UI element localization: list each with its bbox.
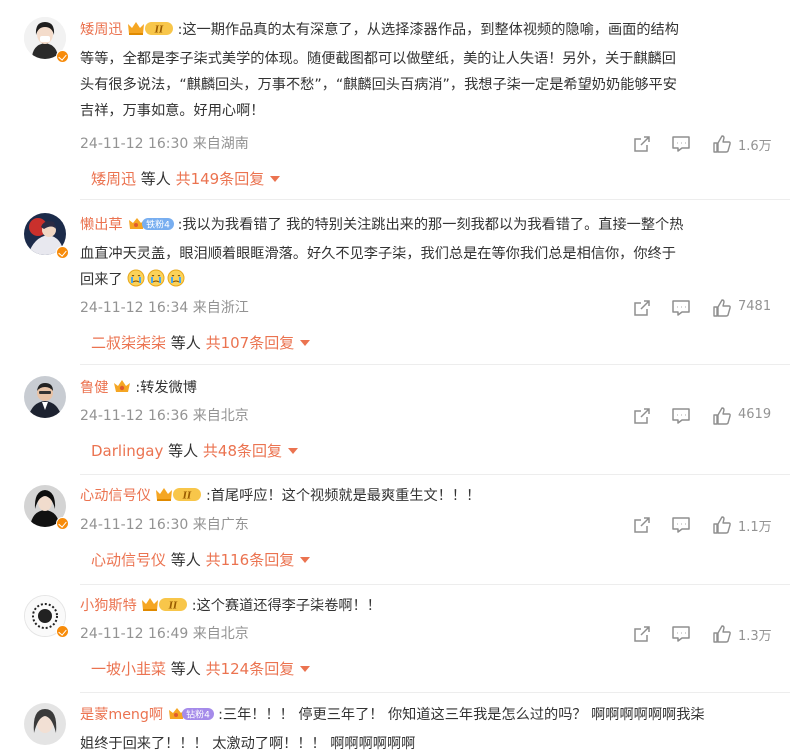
comment-actions: 7481 — [630, 298, 780, 318]
svg-text:II: II — [168, 602, 178, 612]
crown-icon[interactable] — [112, 377, 132, 404]
reply-count-link[interactable]: 共116条回复 — [206, 551, 295, 569]
verified-badge-icon — [56, 625, 69, 638]
comment-text: :转发微博 — [135, 380, 197, 396]
reply-summary[interactable]: Darlingay 等人 共48条回复 — [91, 440, 299, 462]
chevron-down-icon[interactable] — [270, 176, 281, 182]
verified-badge-icon — [56, 246, 69, 259]
reply-summary[interactable]: 二叔柒柒柒 等人 共107条回复 — [91, 332, 311, 354]
username[interactable]: 是蒙meng啊 — [80, 707, 163, 723]
comment-time-location: 24-11-12 16:30 来自湖南 — [80, 136, 249, 152]
chevron-down-icon[interactable] — [300, 340, 311, 346]
comment-item: 是蒙meng啊 钻粉4 :三年！！！ 停更三年了！ 你知道这三年我是怎么过的吗？… — [0, 693, 790, 755]
reply-username[interactable]: 心动信号仪 — [91, 551, 166, 569]
comment-item: 鲁健 :转发微博 24-11-12 16:36 来自北京 4619 Darlin… — [0, 365, 790, 475]
reply-suffix: 等人 — [170, 551, 201, 569]
comment-text: :三年！！！ 停更三年了！ 你知道这三年我是怎么过的吗？ 啊啊啊啊啊啊我柒 — [218, 707, 705, 723]
share-icon[interactable] — [632, 515, 652, 535]
comment-item: 懒出草 铁粉4 :我以为我看错了 我的特别关注跳出来的那一刻我都以为我看错了。直… — [0, 200, 790, 365]
like-icon[interactable] — [712, 298, 732, 318]
like-count: 1.3万 — [738, 629, 772, 644]
comment-actions: 1.1万 — [630, 515, 780, 535]
comment-actions: 1.6万 — [630, 134, 780, 154]
reply-count-link[interactable]: 共107条回复 — [206, 334, 295, 352]
comment-text: 等等，全都是李子柒式美学的体现。随便截图都可以做壁纸，美的让人失语！另外，关于麒… — [80, 51, 676, 67]
like-count: 1.6万 — [738, 139, 772, 154]
reply-suffix: 等人 — [168, 442, 199, 460]
chevron-down-icon[interactable] — [300, 557, 311, 563]
svg-text:II: II — [182, 492, 192, 502]
reply-username[interactable]: 一坡小韭菜 — [91, 660, 166, 678]
comment-icon[interactable] — [671, 624, 691, 644]
comment-icon[interactable] — [671, 298, 691, 318]
reply-count-link[interactable]: 共48条回复 — [203, 442, 282, 460]
comment-item: 矮周迅 II :这一期作品真的太有深意了，从选择漆器作品，到整体视频的隐喻，画面… — [0, 0, 790, 200]
reply-suffix: 等人 — [170, 334, 201, 352]
reply-suffix: 等人 — [140, 170, 171, 188]
comment-text: :我以为我看错了 我的特别关注跳出来的那一刻我都以为我看错了。直接一整个热 — [177, 217, 684, 233]
svg-text:钻粉4: 钻粉4 — [186, 709, 210, 721]
comment-time-location: 24-11-12 16:30 来自广东 — [80, 517, 249, 533]
svg-text:II: II — [153, 26, 163, 36]
comment-icon[interactable] — [671, 134, 691, 154]
comment-text: :首尾呼应！这个视频就是最爽重生文！！！ — [205, 488, 481, 504]
like-count: 7481 — [738, 299, 772, 314]
comment-actions: 1.3万 — [630, 624, 780, 644]
crown-icon[interactable]: II — [127, 19, 175, 46]
like-count: 4619 — [738, 407, 772, 422]
share-icon[interactable] — [632, 624, 652, 644]
like-icon[interactable] — [712, 624, 732, 644]
like-icon[interactable] — [712, 406, 732, 426]
reply-count-link[interactable]: 共149条回复 — [176, 170, 265, 188]
comment-text: :这个赛道还得李子柒卷啊！！ — [191, 598, 381, 614]
avatar[interactable] — [24, 703, 66, 745]
reply-count-link[interactable]: 共124条回复 — [206, 660, 295, 678]
fan-badge[interactable]: 钻粉4 — [167, 704, 215, 731]
comment-time-location: 24-11-12 16:34 来自浙江 — [80, 300, 249, 316]
crying-emoji-icon — [127, 269, 187, 288]
crown-icon[interactable]: II — [141, 595, 189, 622]
reply-summary[interactable]: 矮周迅 等人 共149条回复 — [91, 168, 281, 190]
reply-username[interactable]: 二叔柒柒柒 — [91, 334, 166, 352]
comment-text: 头有很多说法，“麒麟回头，万事不愁”，“麒麟回头百病消”，我想子柒一定是希望奶奶… — [80, 77, 677, 93]
reply-username[interactable]: Darlingay — [91, 442, 163, 460]
comment-icon[interactable] — [671, 515, 691, 535]
comment-actions: 4619 — [630, 406, 780, 426]
comment-item: 心动信号仪 II :首尾呼应！这个视频就是最爽重生文！！！ 24-11-12 1… — [0, 475, 790, 585]
comment-time-location: 24-11-12 16:36 来自北京 — [80, 408, 249, 424]
like-icon[interactable] — [712, 515, 732, 535]
comment-time-location: 24-11-12 16:49 来自北京 — [80, 626, 249, 642]
verified-badge-icon — [56, 50, 69, 63]
comment-item: 小狗斯特 II :这个赛道还得李子柒卷啊！！ 24-11-12 16:49 来自… — [0, 585, 790, 693]
comment-icon[interactable] — [671, 406, 691, 426]
fan-badge[interactable]: 铁粉4 — [127, 214, 175, 241]
reply-summary[interactable]: 一坡小韭菜 等人 共124条回复 — [91, 658, 311, 680]
username[interactable]: 心动信号仪 — [80, 488, 151, 504]
share-icon[interactable] — [632, 406, 652, 426]
comment-text: 血直冲天灵盖，眼泪顺着眼眶滑落。好久不见李子柒，我们总是在等你我们总是相信你，你… — [80, 246, 676, 262]
comment-text: 姐终于回来了！！！ 太激动了啊！！！ 啊啊啊啊啊啊 — [80, 736, 416, 752]
avatar[interactable] — [24, 376, 66, 418]
reply-suffix: 等人 — [170, 660, 201, 678]
chevron-down-icon[interactable] — [288, 448, 299, 454]
comment-text: 吉祥，万事如意。好用心啊！ — [80, 103, 265, 119]
username[interactable]: 鲁健 — [80, 380, 108, 396]
like-icon[interactable] — [712, 134, 732, 154]
username[interactable]: 懒出草 — [80, 217, 123, 233]
reply-summary[interactable]: 心动信号仪 等人 共116条回复 — [91, 549, 311, 571]
reply-username[interactable]: 矮周迅 — [91, 170, 136, 188]
chevron-down-icon[interactable] — [300, 666, 311, 672]
svg-text:铁粉4: 铁粉4 — [146, 219, 170, 231]
share-icon[interactable] — [632, 134, 652, 154]
like-count: 1.1万 — [738, 520, 772, 535]
username[interactable]: 小狗斯特 — [80, 598, 137, 614]
comment-text: 回来了 — [80, 272, 123, 288]
comment-text: :这一期作品真的太有深意了，从选择漆器作品，到整体视频的隐喻，画面的结构 — [177, 22, 679, 38]
username[interactable]: 矮周迅 — [80, 22, 123, 38]
share-icon[interactable] — [632, 298, 652, 318]
verified-badge-icon — [56, 517, 69, 530]
crown-icon[interactable]: II — [155, 485, 203, 512]
